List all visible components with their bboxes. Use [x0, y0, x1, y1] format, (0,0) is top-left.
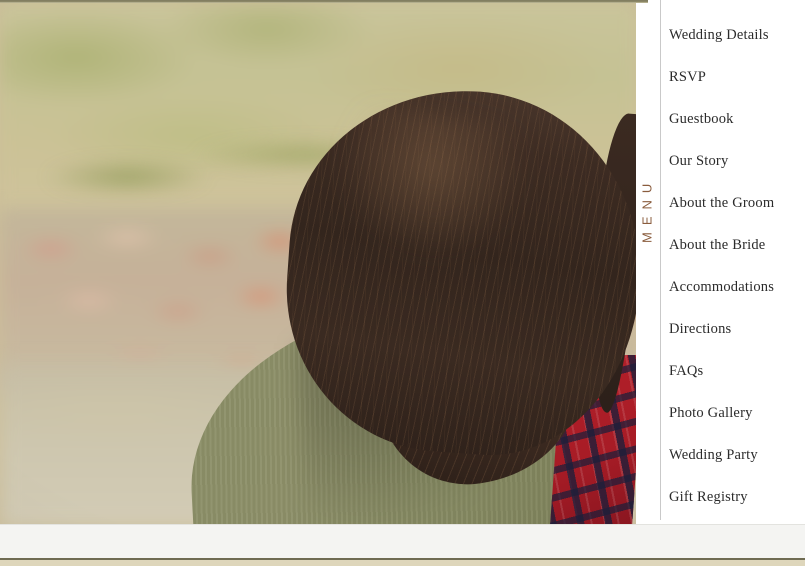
hero-photo[interactable] [0, 3, 636, 524]
menu-item-faqs[interactable]: FAQs [669, 363, 805, 381]
menu-item-wedding-details[interactable]: Wedding Details [669, 27, 805, 45]
menu-item-accommodations[interactable]: Accommodations [669, 279, 805, 297]
photo-subject-hair-highlight [320, 99, 540, 277]
menu-item-directions[interactable]: Directions [669, 321, 805, 339]
menu-item-photo-gallery[interactable]: Photo Gallery [669, 405, 805, 423]
menu-item-our-story[interactable]: Our Story [669, 153, 805, 171]
menu-item-about-the-bride[interactable]: About the Bride [669, 237, 805, 255]
photo-canvas [0, 3, 636, 524]
menu-item-wedding-party[interactable]: Wedding Party [669, 447, 805, 465]
menu-item-rsvp[interactable]: RSVP [669, 69, 805, 87]
menu-item-guestbook[interactable]: Guestbook [669, 111, 805, 129]
status-bar: 123 off visited: 109 135 days 0:25:51 ©w… [0, 524, 805, 558]
main-navigation: Wedding Details RSVP Guestbook Our Story Abo… [669, 0, 805, 521]
page-root: MENU Wedding Details RSVP Guestbook Our Sto… [0, 0, 805, 566]
menu-item-about-the-groom[interactable]: About the Groom [669, 195, 805, 213]
menu-item-gift-registry[interactable]: Gift Registry [669, 489, 805, 507]
menu-vertical-label: MENU [639, 176, 655, 244]
menu-divider [660, 0, 661, 520]
bottom-tan-strip [0, 560, 805, 566]
